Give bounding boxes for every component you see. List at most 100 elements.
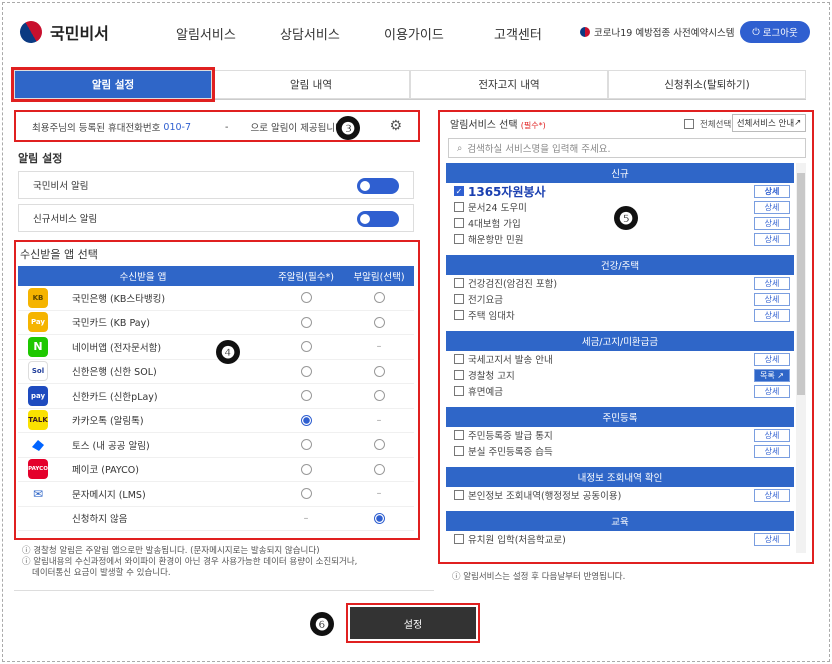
service-checkbox[interactable] [454, 386, 464, 396]
service-checkbox[interactable] [454, 446, 464, 456]
service-list-scrollbar[interactable] [796, 163, 806, 553]
service-item: 분실 주민등록증 습득 상세 [446, 443, 794, 459]
service-checkbox[interactable] [454, 218, 464, 228]
detail-button[interactable]: 상세 [754, 533, 790, 546]
sub-alert-cell [344, 292, 414, 304]
service-search-input[interactable]: ⌕ 검색하실 서비스명을 입력해 주세요. [448, 138, 806, 158]
main-alert-radio[interactable] [300, 316, 312, 328]
covid-vaccine-link[interactable]: 코로나19 예방접종 사전예약시스템 [580, 25, 735, 39]
gear-icon[interactable]: ⚙ [389, 118, 402, 134]
service-checkbox[interactable]: ✓ [454, 186, 464, 196]
sub-alert-radio[interactable] [373, 512, 385, 524]
sub-alert-cell [344, 463, 414, 475]
service-item: 전기요금 상세 [446, 291, 794, 307]
phone-number-sep: - [225, 121, 229, 133]
app-icon-cell: PAYCO [18, 459, 58, 480]
required-mark: (필수*) [520, 121, 546, 130]
service-checkbox[interactable] [454, 354, 464, 364]
scrollbar-thumb[interactable] [797, 173, 805, 395]
nav-consult-service[interactable]: 상담서비스 [280, 24, 340, 43]
search-placeholder: 검색하실 서비스명을 입력해 주세요. [467, 144, 611, 155]
service-group-header: 건강/주택 [446, 255, 794, 275]
service-item: 휴면예금 상세 [446, 383, 794, 399]
taegeuk-logo-icon [15, 16, 47, 48]
service-group-header: 주민등록 [446, 407, 794, 427]
not-available-dash: – [376, 341, 382, 353]
detail-button[interactable]: 상세 [754, 385, 790, 398]
app-name: 토스 (내 공공 알림) [72, 440, 150, 452]
nav-customer-center[interactable]: 고객센터 [494, 24, 542, 43]
gukmin-alert-toggle[interactable] [357, 178, 399, 194]
detail-button[interactable]: 상세 [754, 201, 790, 214]
main-alert-radio[interactable] [300, 439, 312, 451]
kb-pay-icon: Pay [28, 312, 48, 333]
detail-button[interactable]: 상세 [754, 277, 790, 290]
select-all[interactable]: 전체선택 [684, 118, 731, 130]
service-checkbox[interactable] [454, 294, 464, 304]
service-checkbox[interactable] [454, 534, 464, 544]
tab-cancel-subscription[interactable]: 신청취소(탈퇴하기) [608, 70, 806, 99]
main-alert-radio[interactable] [300, 292, 312, 304]
app-icon-cell: pay [18, 385, 58, 406]
logo[interactable]: 국민비서 [15, 16, 109, 48]
service-checkbox[interactable] [454, 370, 464, 380]
detail-button[interactable]: 상세 [754, 293, 790, 306]
main-alert-cell [268, 488, 344, 500]
col-sub-alert: 부알림(선택) [353, 272, 405, 283]
sub-alert-radio[interactable] [373, 390, 385, 402]
kakaotalk-icon: TALK [28, 410, 48, 431]
service-checkbox[interactable] [454, 202, 464, 212]
service-select-title: 알림서비스 선택 (필수*) [450, 116, 546, 131]
tab-e-notice-history[interactable]: 전자고지 내역 [410, 70, 608, 99]
detail-button[interactable]: 상세 [754, 429, 790, 442]
service-guide-button[interactable]: 선체서비스 안내 ↗ [732, 114, 806, 132]
service-checkbox[interactable] [454, 234, 464, 244]
main-alert-radio[interactable] [300, 365, 312, 377]
service-checkbox[interactable] [454, 490, 464, 500]
service-label: 주택 임대차 [468, 311, 515, 322]
app-notes: ⓘ 경찰청 알림은 주알림 앱으로만 발송됩니다. (문자메시지로는 발송되지 … [22, 546, 422, 579]
detail-button[interactable]: 상세 [754, 353, 790, 366]
detail-button[interactable]: 상세 [754, 217, 790, 230]
sub-alert-radio[interactable] [373, 439, 385, 451]
header: 국민비서 알림서비스 상담서비스 이용가이드 고객센터 코로나19 예방접종 사… [0, 0, 832, 62]
sub-alert-radio[interactable] [373, 365, 385, 377]
detail-button[interactable]: 상세 [754, 233, 790, 246]
detail-button[interactable]: 상세 [754, 445, 790, 458]
sub-alert-radio[interactable] [373, 463, 385, 475]
main-alert-radio[interactable] [300, 463, 312, 475]
logout-button[interactable]: ⏻ 로그아웃 [740, 21, 810, 43]
service-label: 경찰청 고지 [468, 371, 515, 382]
submit-button[interactable]: 설정 [350, 607, 476, 639]
shinhan-sol-icon: Sol [28, 361, 48, 382]
sub-alert-radio[interactable] [373, 316, 385, 328]
tab-alert-settings[interactable]: 알림 설정 [11, 67, 215, 102]
select-all-checkbox[interactable] [684, 119, 694, 129]
detail-button[interactable]: 상세 [754, 185, 790, 198]
service-checkbox[interactable] [454, 310, 464, 320]
sub-alert-radio[interactable] [373, 292, 385, 304]
main-alert-radio[interactable] [300, 414, 312, 426]
app-row: 신청하지 않음 – [18, 507, 414, 531]
detail-button[interactable]: 상세 [754, 309, 790, 322]
service-group: 주민등록 주민등록증 발급 통지 상세 분실 주민등록증 습득 상세 [446, 407, 794, 459]
service-checkbox[interactable] [454, 430, 464, 440]
main-alert-radio[interactable] [300, 488, 312, 500]
service-group-header: 교육 [446, 511, 794, 531]
main-alert-radio[interactable] [300, 390, 312, 402]
new-service-alert-toggle[interactable] [357, 211, 399, 227]
left-divider [14, 590, 434, 591]
app-name: 신청하지 않음 [72, 514, 128, 526]
service-checkbox[interactable] [454, 278, 464, 288]
main-alert-radio[interactable] [300, 341, 312, 353]
nav-guide[interactable]: 이용가이드 [384, 24, 444, 43]
tab-alert-history[interactable]: 알림 내역 [212, 70, 410, 99]
nav-alert-service[interactable]: 알림서비스 [176, 24, 236, 43]
toggle-row-gukmin: 국민비서 알림 [18, 171, 414, 199]
app-name: 국민카드 (KB Pay) [72, 318, 150, 330]
service-label: 국세고지서 발송 안내 [468, 355, 553, 366]
toggle-label-gukmin: 국민비서 알림 [33, 181, 89, 192]
list-button[interactable]: 목록 ↗ [754, 369, 790, 382]
detail-button[interactable]: 상세 [754, 489, 790, 502]
app-row: TALK 카카오톡 (알림톡) – [18, 409, 414, 433]
